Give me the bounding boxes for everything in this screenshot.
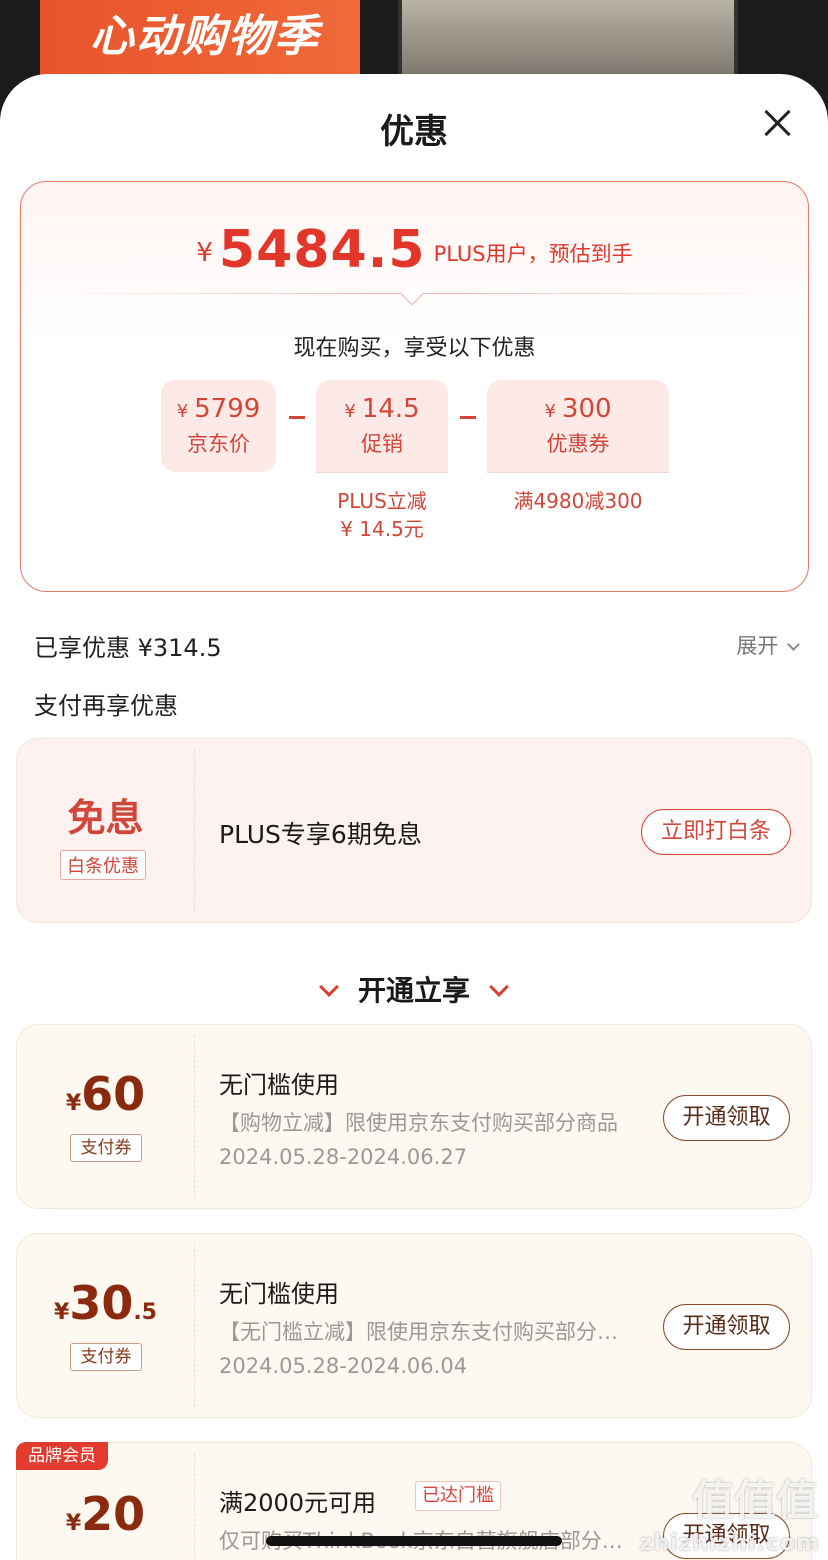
promo-detail-line1: PLUS立减	[337, 489, 427, 513]
banner-image	[398, 0, 738, 75]
coupon-title: 满2000元可用	[219, 1489, 377, 1517]
sheet-title: 优惠	[380, 112, 448, 152]
currency-symbol: ¥	[65, 1091, 82, 1116]
baitiao-tag: 白条优惠	[60, 850, 146, 880]
minus-sign	[460, 416, 476, 419]
coupon-desc: 【购物立减】限使用京东支付购买部分商品	[219, 1111, 618, 1135]
promo-detail: PLUS立减 ¥ 14.5元	[316, 472, 448, 558]
coupon-detail: 满4980减300	[487, 472, 669, 530]
promo-label: 促销	[361, 432, 403, 456]
threshold-reached-badge: 已达门槛	[415, 1481, 501, 1511]
coupon-title: 无门槛使用	[219, 1071, 339, 1099]
currency-symbol: ¥	[196, 238, 213, 268]
buy-now-text: 现在购买，享受以下优惠	[293, 336, 536, 361]
price-summary-card: ¥5484.5 PLUS用户，预估到手 现在购买，享受以下优惠 ¥5799 京东价…	[20, 181, 809, 592]
coupon-card: ¥30.5 支付券 无门槛使用 【无门槛立减】限使用京东支付购买部分商品 202…	[16, 1233, 812, 1418]
activate-claim-button[interactable]: 开通领取	[663, 1095, 790, 1141]
coupon-amount-value: 30	[69, 1276, 134, 1330]
jd-price-value: 5799	[194, 394, 261, 424]
coupon-amount-value: 60	[81, 1067, 146, 1121]
final-price-note: PLUS用户，预估到手	[433, 242, 633, 266]
watermark-logo: 值值值	[691, 1476, 818, 1525]
promo-box: ¥14.5 促销 PLUS立减 ¥ 14.5元	[316, 380, 448, 558]
chevron-down-icon	[319, 977, 339, 997]
promo-detail-line2: ¥ 14.5元	[340, 517, 424, 541]
banner-promo-block: 心动购物季	[40, 0, 360, 75]
coupon-type-tag: 支付券	[70, 1343, 142, 1371]
final-price-row: ¥5484.5 PLUS用户，预估到手	[21, 220, 808, 280]
coupon-title: 无门槛使用	[219, 1280, 339, 1308]
open-section-title: 开通立享	[357, 974, 470, 1007]
currency-symbol: ¥	[65, 1511, 82, 1536]
coupon-card: ¥60 支付券 无门槛使用 【购物立减】限使用京东支付购买部分商品 2024.0…	[16, 1024, 812, 1209]
expand-toggle[interactable]: 展开	[736, 630, 800, 660]
currency-symbol: ¥	[344, 401, 356, 422]
coupon-date: 2024.05.28-2024.06.04	[219, 1354, 468, 1378]
coupon-amount-decimal: .5	[133, 1300, 157, 1325]
chevron-down-icon	[787, 638, 800, 651]
open-section-header: 开通立享	[0, 969, 828, 1009]
coupon-amount: ¥60	[17, 1067, 194, 1121]
final-price: 5484.5	[218, 220, 426, 280]
promo-value: 14.5	[361, 394, 420, 424]
watermark-text: zhizhizhi.com	[639, 1531, 820, 1556]
brand-member-tag: 品牌会员	[16, 1442, 108, 1470]
coupon-value: 300	[561, 394, 612, 424]
activate-claim-button[interactable]: 开通领取	[663, 1304, 790, 1350]
jd-price-label: 京东价	[187, 432, 250, 456]
chevron-down-icon	[489, 977, 509, 997]
discount-sheet: 优惠 ¥5484.5 PLUS用户，预估到手 现在购买，享受以下优惠 ¥5799 …	[0, 74, 828, 1560]
currency-symbol: ¥	[54, 1300, 70, 1325]
card-separator	[194, 1244, 195, 1407]
coupon-amount: ¥20	[17, 1487, 194, 1541]
card-separator	[194, 749, 195, 912]
card-separator	[194, 1453, 195, 1560]
expand-label: 展开	[736, 634, 779, 658]
banner-title: 心动购物季	[90, 11, 320, 62]
coupon-label: 优惠券	[546, 432, 610, 456]
home-indicator[interactable]	[266, 1536, 562, 1546]
interest-free-headline: 免息	[67, 796, 144, 840]
coupon-date: 2024.05.28-2024.06.27	[219, 1145, 468, 1169]
coupon-type-tag: 支付券	[70, 1134, 142, 1162]
close-icon[interactable]	[762, 108, 792, 138]
currency-symbol: ¥	[176, 401, 189, 422]
currency-symbol: ¥	[544, 401, 556, 422]
coupon-amount-value: 20	[81, 1487, 146, 1541]
baitiao-button[interactable]: 立即打白条	[641, 809, 791, 855]
coupon-desc: 【无门槛立减】限使用京东支付购买部分商品	[219, 1320, 629, 1344]
jd-price-box: ¥5799 京东价	[161, 380, 276, 472]
coupon-box: ¥300 优惠券 满4980减300	[487, 380, 669, 530]
interest-free-desc: PLUS专享6期免息	[219, 820, 422, 849]
interest-free-card: 免息 白条优惠 PLUS专享6期免息 立即打白条	[16, 738, 812, 923]
pay-section-title: 支付再享优惠	[34, 692, 178, 720]
minus-sign	[289, 416, 305, 419]
card-separator	[194, 1035, 195, 1198]
coupon-amount: ¥30.5	[17, 1276, 194, 1330]
saved-amount: 已享优惠 ¥314.5	[34, 634, 222, 662]
divider-notch	[400, 282, 424, 306]
